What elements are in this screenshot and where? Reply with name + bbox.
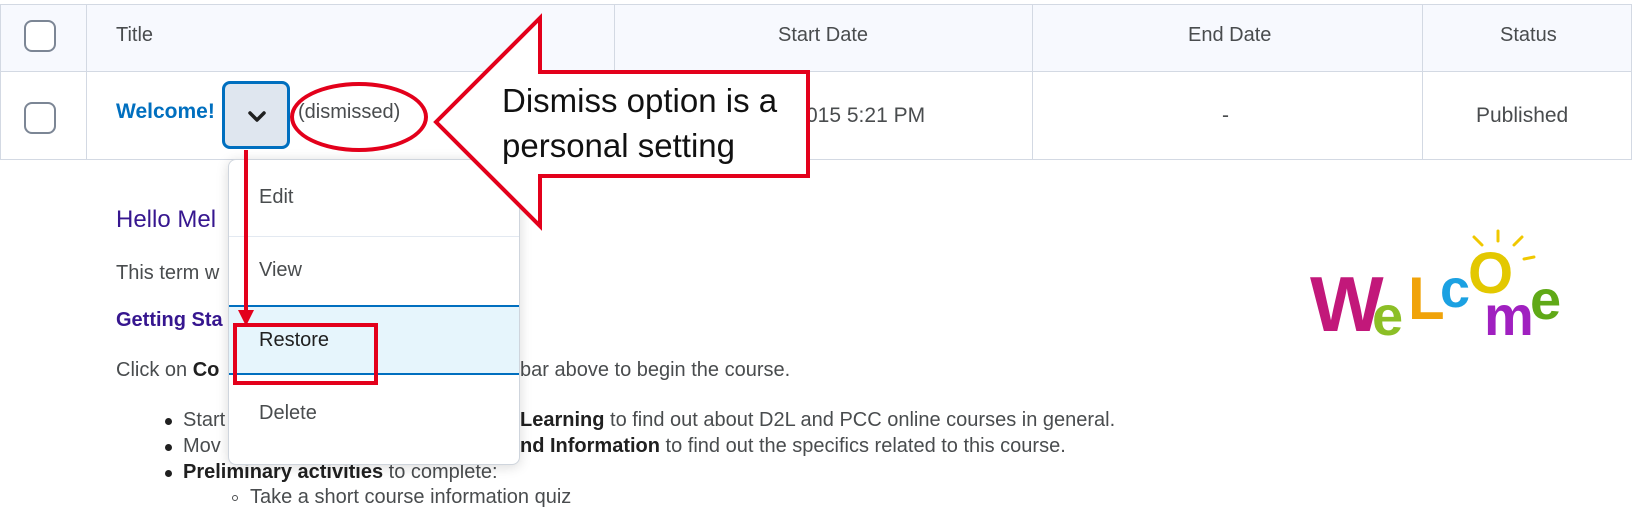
row-checkbox[interactable] [24,102,56,134]
announcement-title-link[interactable]: Welcome! [116,100,215,124]
menu-item-edit[interactable]: Edit [229,164,519,234]
menu-item-delete[interactable]: Delete [229,380,519,450]
callout-text: Dismiss option is a personal setting [502,82,778,164]
end-date-cell: - [1222,104,1229,127]
column-divider [1032,4,1033,160]
bullet2-start: Mov [183,435,221,457]
svg-text:c: c [1440,259,1470,319]
greeting-heading: Hello Mel [116,206,217,233]
click-on-rest: bar above to begin the course. [520,359,791,381]
chevron-down-icon [248,111,266,122]
menu-item-view[interactable]: View [229,237,519,307]
bullet-icon [165,444,172,451]
bullet2-text: nd Information to find out the specifics… [520,435,1066,457]
bullet-icon [165,470,172,477]
sub-bullet-icon [232,495,238,501]
context-menu: Edit View Restore Delete [228,159,520,465]
svg-text:e: e [1530,268,1561,331]
context-menu-button[interactable] [222,81,290,149]
bullet1-start: Start [183,409,226,431]
bullet1-text: Learning to find out about D2L and PCC o… [520,409,1116,431]
header-title[interactable]: Title [116,24,153,47]
header-end-date[interactable]: End Date [1188,24,1271,47]
svg-text:e: e [1372,284,1403,347]
header-start-date[interactable]: Start Date [778,24,868,47]
header-status[interactable]: Status [1500,24,1557,47]
intro-text: This term w [116,262,220,284]
dismissed-annotation-oval [290,82,428,152]
svg-text:m: m [1484,284,1534,347]
column-divider [86,4,87,160]
welcome-image: W e L c O m e [1310,229,1561,347]
select-all-checkbox[interactable] [24,20,56,52]
column-divider [1422,4,1423,160]
click-on-text: Click on Co [116,359,220,381]
sub-bullet1-text: Take a short course information quiz [250,486,572,508]
start-date-cell: 015 5:21 PM [806,104,926,127]
restore-annotation-box [233,323,378,385]
status-cell: Published [1476,104,1569,127]
getting-started-heading: Getting Sta [116,309,223,331]
announcements-table: Title Start Date End Date Status Welcome… [0,0,1637,160]
bullet-icon [165,418,172,425]
